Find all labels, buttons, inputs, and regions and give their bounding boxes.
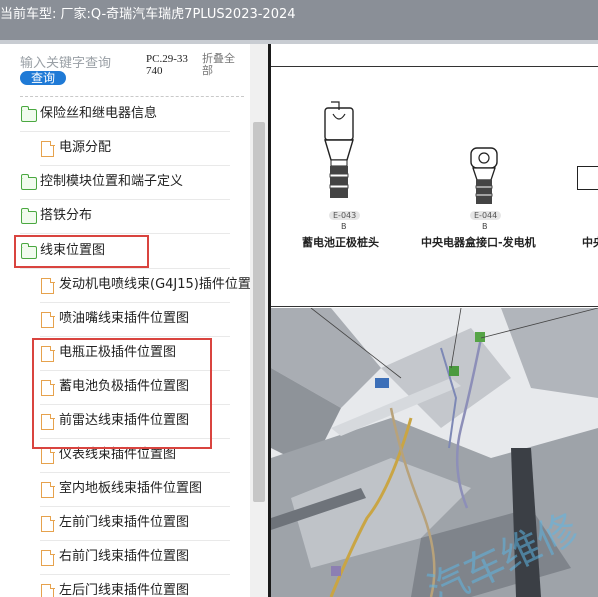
diagram-top-rule	[271, 66, 598, 67]
query-button[interactable]: 查询	[20, 71, 66, 85]
current-model-label: 当前车型: 厂家:Q-奇瑞汽车瑞虎7PLUS2023-2024	[0, 7, 296, 22]
left-panel: 查询 PC.29-33740 折叠全部 保险丝和继电器信息 电源分配 控制模块位…	[0, 44, 268, 597]
document-icon	[41, 549, 55, 566]
tree-item-left-front-door[interactable]: 左前门线束插件位置图	[40, 506, 230, 540]
connector-variant: B	[482, 222, 488, 231]
document-icon	[41, 311, 55, 328]
scrollbar-thumb[interactable]	[253, 122, 265, 502]
connector-variant: B	[341, 222, 347, 231]
tree-item-floor-harness[interactable]: 室内地板线束插件位置图	[40, 472, 230, 506]
tree-item-label: 电源分配	[59, 140, 112, 155]
tree-item-label: 保险丝和继电器信息	[40, 106, 158, 121]
tree-item-label: 喷油嘴线束插件位置图	[59, 311, 190, 326]
tree-item-label: 左后门线束插件位置图	[59, 583, 190, 597]
tree-item-engine-efi-harness[interactable]: 发动机电喷线束(G4J15)插件位置图	[40, 268, 250, 302]
connector-name: 中央电器盒接口-发电机	[421, 236, 536, 249]
tree-item-left-rear-door[interactable]: 左后门线束插件位置图	[40, 574, 230, 597]
connector-name: 中央	[582, 236, 598, 249]
connector-drawing	[577, 166, 598, 190]
tree-item-control-module-location[interactable]: 控制模块位置和端子定义	[20, 165, 230, 199]
tree-item-injector-harness[interactable]: 喷油嘴线束插件位置图	[40, 302, 230, 336]
vertical-scrollbar[interactable]	[250, 44, 268, 597]
connector-drawing	[324, 101, 354, 198]
connector-name: 蓄电池正极桩头	[302, 236, 379, 249]
document-icon	[41, 140, 55, 157]
folder-icon	[20, 106, 37, 122]
collapse-all-button[interactable]: 折叠全部	[202, 53, 240, 77]
document-icon	[41, 515, 55, 532]
connector-code: E-044	[470, 211, 502, 220]
folder-icon	[20, 174, 37, 190]
search-input[interactable]	[20, 56, 138, 71]
tree-item-label: 发动机电喷线束(G4J15)插件位置图	[59, 277, 250, 292]
tree-item-power-distribution[interactable]: 电源分配	[40, 131, 230, 165]
tree-item-label: 右前门线束插件位置图	[59, 549, 190, 564]
tree-item-label: 搭铁分布	[40, 208, 93, 223]
tree-item-fuse-relay-info[interactable]: 保险丝和继电器信息	[20, 97, 230, 131]
diagram-viewer: E-043 B 蓄电池正极桩头 E-044 B 中央电器盒接口-发电机 中央	[271, 44, 598, 597]
document-icon	[41, 481, 55, 498]
diagram-mid-rule	[271, 306, 598, 307]
highlight-box	[14, 235, 149, 268]
tree-item-ground-distribution[interactable]: 搭铁分布	[20, 199, 230, 233]
engine-bay-illustration: 汽车维修	[271, 308, 598, 597]
tree-item-label: 控制模块位置和端子定义	[40, 174, 184, 189]
document-icon	[41, 277, 55, 294]
document-icon	[41, 447, 55, 464]
title-bar: 当前车型: 厂家:Q-奇瑞汽车瑞虎7PLUS2023-2024	[0, 0, 598, 40]
tree-item-right-front-door[interactable]: 右前门线束插件位置图	[40, 540, 230, 574]
document-icon	[41, 583, 55, 597]
connector-code: E-043	[329, 211, 361, 220]
tree-item-label: 左前门线束插件位置图	[59, 515, 190, 530]
highlight-box	[32, 338, 212, 449]
folder-icon	[20, 208, 37, 224]
tree-item-label: 室内地板线束插件位置图	[59, 481, 203, 496]
connector-drawing	[470, 147, 498, 204]
pc-code-label: PC.29-33740	[146, 53, 188, 77]
